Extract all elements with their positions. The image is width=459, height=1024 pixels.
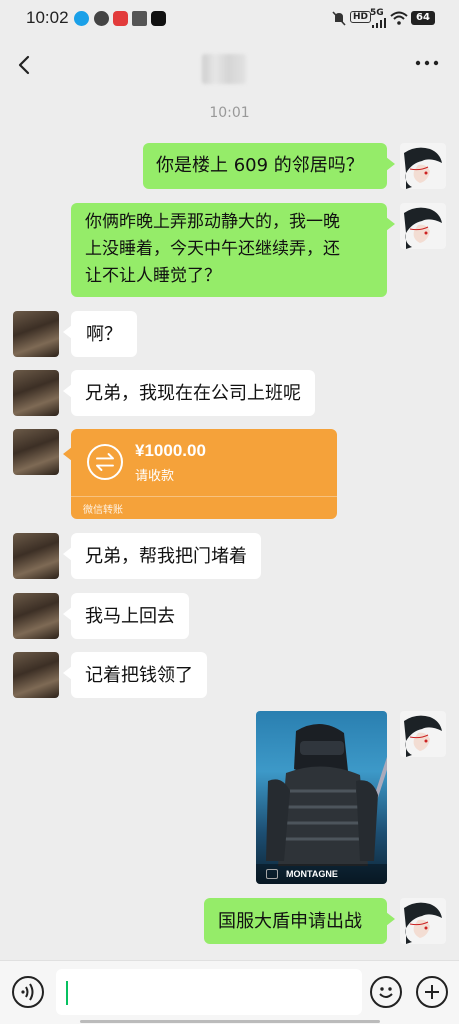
message-bubble-sent[interactable]: 国服大盾申请出战 bbox=[204, 898, 395, 944]
message-text: 我马上回去 bbox=[85, 606, 175, 627]
text-cursor bbox=[66, 981, 68, 1005]
home-indicator bbox=[0, 1018, 459, 1024]
contact-avatar[interactable] bbox=[13, 593, 59, 639]
mute-icon bbox=[332, 11, 346, 26]
tiktok-icon bbox=[151, 11, 166, 26]
message-input[interactable] bbox=[56, 969, 362, 1015]
hd-badge: HD bbox=[350, 11, 372, 23]
transfer-icon bbox=[87, 444, 123, 480]
status-time: 10:02 bbox=[26, 8, 69, 27]
network-label: 5G bbox=[370, 8, 384, 18]
message-bubble-received[interactable]: 我马上回去 bbox=[63, 593, 189, 639]
status-bar: 10:02 HD 5G 64 bbox=[0, 0, 459, 38]
message-text-line: 让不让人睡觉了？ bbox=[85, 266, 221, 286]
contact-avatar[interactable] bbox=[13, 429, 59, 475]
message-bubble-received[interactable]: 兄弟，帮我把门堵着 bbox=[63, 533, 261, 579]
image-message[interactable]: MONTAGNE bbox=[256, 711, 387, 884]
transfer-footer: 微信转账 bbox=[83, 505, 123, 516]
image-caption: MONTAGNE bbox=[256, 864, 387, 884]
my-avatar[interactable] bbox=[400, 143, 446, 189]
chat-header bbox=[0, 38, 459, 94]
transfer-note: 请收款 bbox=[135, 469, 175, 484]
voice-icon[interactable] bbox=[12, 976, 44, 1008]
message-text: 兄弟，我现在在公司上班呢 bbox=[85, 383, 301, 404]
input-bar bbox=[0, 960, 459, 1024]
signal-icon bbox=[372, 18, 386, 28]
plus-icon[interactable] bbox=[416, 976, 448, 1008]
my-avatar[interactable] bbox=[400, 203, 446, 249]
wifi-icon bbox=[390, 11, 408, 25]
app-icon bbox=[132, 11, 147, 26]
contact-name-blurred bbox=[202, 54, 246, 84]
message-bubble-received[interactable]: 啊？ bbox=[63, 311, 137, 357]
message-bubble-sent[interactable]: 你是楼上 609 的邻居吗？ bbox=[143, 143, 395, 189]
operator-image bbox=[266, 723, 387, 866]
message-bubble-received[interactable]: 记着把钱领了 bbox=[63, 652, 207, 698]
contact-avatar[interactable] bbox=[13, 370, 59, 416]
transfer-divider bbox=[71, 496, 337, 497]
battery-icon: 64 bbox=[411, 11, 435, 25]
message-text: 啊？ bbox=[86, 324, 122, 345]
more-icon[interactable] bbox=[414, 58, 440, 68]
contact-avatar[interactable] bbox=[13, 533, 59, 579]
my-avatar[interactable] bbox=[400, 711, 446, 757]
transfer-card[interactable]: ¥1000.00 请收款 微信转账 bbox=[63, 429, 337, 519]
message-bubble-sent[interactable]: 你俩昨晚上弄那动静大的，我一晚 上没睡着，今天中午还继续弄，还 让不让人睡觉了？ bbox=[71, 203, 395, 297]
message-text: 记着把钱领了 bbox=[85, 665, 193, 686]
message-text: 你是楼上 609 的邻居吗？ bbox=[156, 155, 364, 176]
qq-icon bbox=[74, 11, 89, 26]
transfer-amount: ¥1000.00 bbox=[135, 441, 206, 460]
message-bubble-received[interactable]: 兄弟，我现在在公司上班呢 bbox=[63, 370, 315, 416]
app-icon bbox=[94, 11, 109, 26]
contact-avatar[interactable] bbox=[13, 311, 59, 357]
back-arrow-icon[interactable] bbox=[14, 54, 36, 76]
battery-level: 64 bbox=[416, 12, 430, 23]
message-text-line: 你俩昨晚上弄那动静大的，我一晚 bbox=[85, 212, 340, 232]
app-icon bbox=[113, 11, 128, 26]
message-text-line: 上没睡着，今天中午还继续弄，还 bbox=[85, 239, 340, 259]
message-text: 国服大盾申请出战 bbox=[218, 911, 362, 932]
contact-avatar[interactable] bbox=[13, 652, 59, 698]
my-avatar[interactable] bbox=[400, 898, 446, 944]
emoji-icon[interactable] bbox=[370, 976, 402, 1008]
message-text: 兄弟，帮我把门堵着 bbox=[85, 546, 247, 567]
chat-timestamp: 10:01 bbox=[209, 105, 250, 121]
